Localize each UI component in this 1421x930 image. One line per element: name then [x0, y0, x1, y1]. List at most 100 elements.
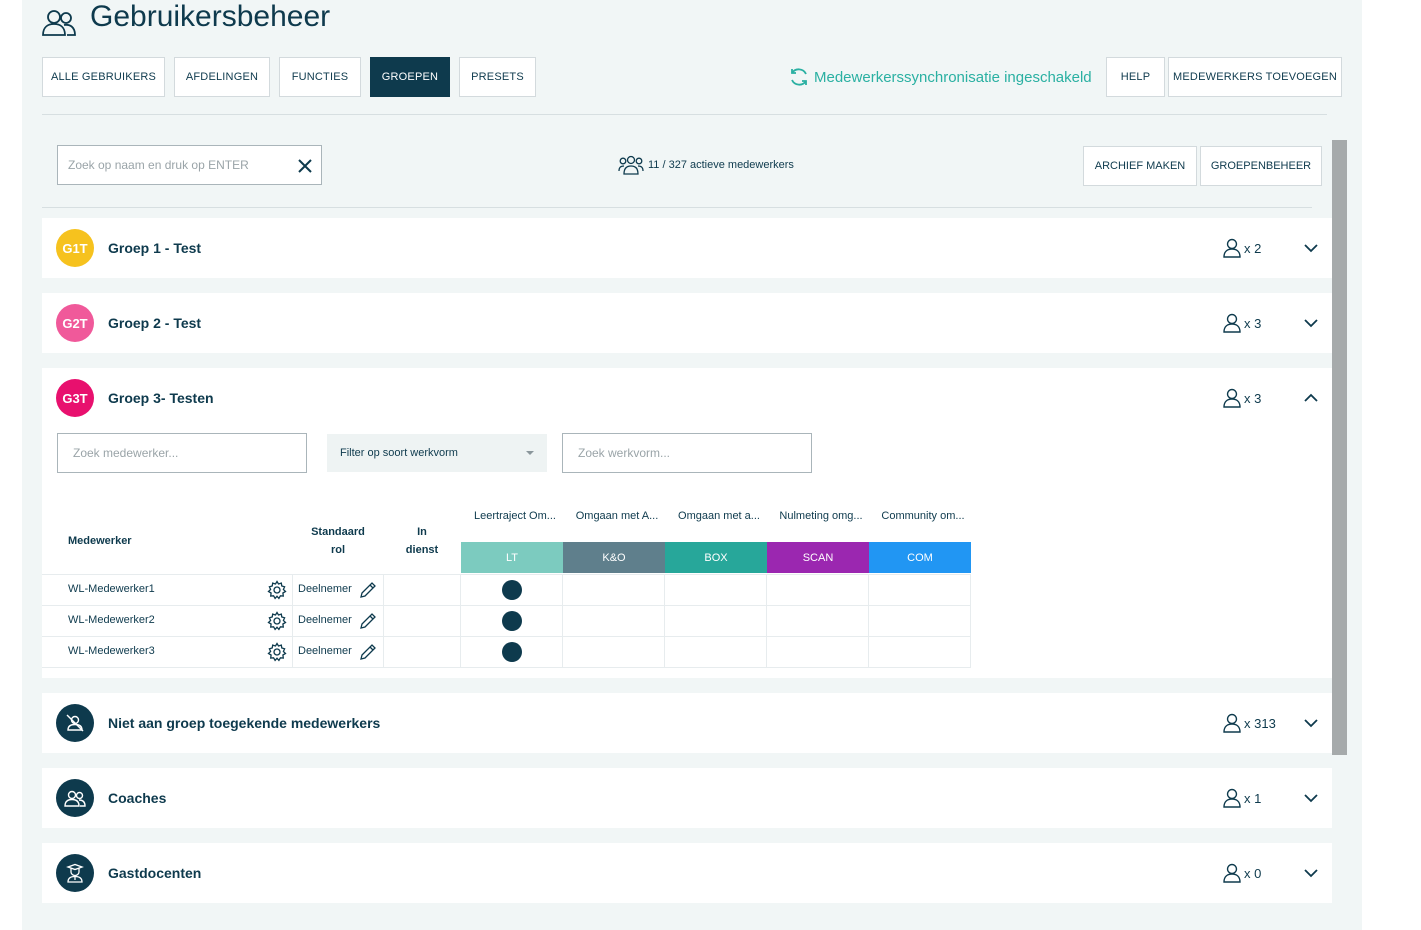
tab-functies[interactable]: FUNCTIES	[279, 57, 361, 97]
scrollbar[interactable]	[1332, 140, 1347, 755]
employee-search-input[interactable]	[73, 446, 306, 460]
gear-icon[interactable]	[267, 611, 287, 631]
assignment-dot[interactable]	[502, 642, 522, 662]
filter-label: Filter op soort werkvorm	[340, 447, 458, 459]
employee-name[interactable]: WL-Medewerker1	[68, 583, 155, 595]
column-header-service-line2: dienst	[405, 544, 439, 556]
chevron-down-icon[interactable]	[1304, 718, 1318, 728]
archive-button[interactable]: ARCHIEF MAKEN	[1083, 146, 1197, 186]
table-divider	[664, 574, 665, 667]
employee-name[interactable]: WL-Medewerker3	[68, 645, 155, 657]
member-count-label: x 2	[1244, 240, 1262, 256]
column-header-service-line1: In	[417, 526, 427, 538]
table-divider	[42, 636, 971, 637]
werkvorm-badge-box[interactable]: BOX	[665, 542, 767, 573]
add-employees-button[interactable]: MEDEWERKERS TOEVOEGEN	[1168, 57, 1342, 97]
group-name: Gastdocenten	[108, 865, 202, 881]
werkvorm-badge-ko[interactable]: K&O	[563, 542, 665, 573]
member-count: x 3	[1222, 388, 1261, 408]
employee-name[interactable]: WL-Medewerker2	[68, 614, 155, 626]
group-name: Groep 2 - Test	[108, 315, 202, 331]
assignment-dot[interactable]	[502, 611, 522, 631]
member-count: x 2	[1222, 238, 1261, 258]
chevron-down-icon[interactable]	[1304, 318, 1318, 328]
member-count: x 0	[1222, 863, 1261, 883]
tab-afdelingen[interactable]: AFDELINGEN	[174, 57, 270, 97]
tab-alle-gebruikers[interactable]: ALLE GEBRUIKERS	[42, 57, 165, 97]
user-icon	[1223, 238, 1241, 258]
user-slash-icon	[66, 714, 84, 732]
pencil-icon[interactable]	[358, 611, 378, 631]
table-divider	[383, 574, 384, 667]
table-divider	[42, 667, 971, 668]
chevron-down-icon[interactable]	[1304, 243, 1318, 253]
sync-icon	[791, 68, 807, 86]
help-button[interactable]: HELP	[1106, 57, 1165, 97]
group-management-button[interactable]: GROEPENBEHEER	[1200, 146, 1322, 186]
tab-groepen[interactable]: GROEPEN	[370, 57, 450, 97]
employee-role: Deelnemer	[298, 614, 352, 626]
group-initials: G1T	[62, 240, 88, 256]
page: Gebruikersbeheer ALLE GEBRUIKERS AFDELIN…	[22, 0, 1362, 930]
group-card[interactable]: G2T Groep 2 - Test x 3	[42, 293, 1332, 353]
werkvorm-filter-select[interactable]: Filter op soort werkvorm	[327, 434, 547, 472]
group-name: Groep 1 - Test	[108, 240, 202, 256]
werkvorm-label: Nulmeting omg...	[779, 510, 863, 522]
werkvorm-badge-lt[interactable]: LT	[461, 542, 563, 573]
user-icon	[1223, 713, 1241, 733]
teacher-icon	[66, 863, 84, 883]
column-header-role: Standaard rol	[298, 523, 378, 559]
table-divider	[868, 574, 869, 667]
group-card[interactable]: Coaches x 1	[42, 768, 1332, 828]
member-count-label: x 3	[1244, 315, 1262, 331]
group-card[interactable]: Niet aan groep toegekende medewerkers x …	[42, 693, 1332, 753]
users-icon	[42, 10, 76, 36]
werkvorm-search-input[interactable]	[578, 446, 811, 460]
assignment-dot[interactable]	[502, 580, 522, 600]
member-count-label: x 313	[1244, 715, 1276, 731]
table-divider	[562, 574, 563, 667]
group-name[interactable]: Groep 3- Testen	[108, 390, 214, 406]
user-icon	[1223, 863, 1241, 883]
member-count: x 1	[1222, 788, 1261, 808]
group-avatar: G2T	[56, 304, 94, 342]
divider	[42, 207, 1312, 208]
gear-icon[interactable]	[267, 580, 287, 600]
group-card[interactable]: G1T Groep 1 - Test x 2	[42, 218, 1332, 278]
search-input[interactable]	[68, 158, 321, 172]
werkvorm-label: Community om...	[881, 510, 965, 522]
table-divider	[42, 574, 971, 575]
active-count-label: 11 / 327 actieve medewerkers	[648, 159, 794, 171]
werkvorm-badge-scan[interactable]: SCAN	[767, 542, 869, 573]
users-icon	[64, 790, 86, 807]
group-avatar	[56, 704, 94, 742]
employee-role: Deelnemer	[298, 583, 352, 595]
pencil-icon[interactable]	[358, 580, 378, 600]
table-divider	[460, 574, 461, 667]
group-card-expanded: G3T Groep 3- Testen x 3 Filter op soort …	[42, 368, 1332, 678]
sync-status[interactable]: Medewerkerssynchronisatie ingeschakeld	[788, 64, 1092, 90]
gear-icon[interactable]	[267, 642, 287, 662]
werkvorm-badge-com[interactable]: COM	[869, 542, 971, 573]
employee-role: Deelnemer	[298, 645, 352, 657]
chevron-up-icon[interactable]	[1304, 393, 1318, 403]
user-icon	[1223, 388, 1241, 408]
group-initials: G3T	[62, 390, 88, 406]
tab-presets[interactable]: PRESETS	[459, 57, 536, 97]
werkvorm-label: Omgaan met A...	[575, 510, 659, 522]
search-box	[57, 145, 322, 185]
chevron-down-icon[interactable]	[1304, 868, 1318, 878]
werkvorm-label: Leertraject Om...	[474, 510, 556, 522]
chevron-down-icon[interactable]	[1304, 793, 1318, 803]
group-card[interactable]: Gastdocenten x 0	[42, 843, 1332, 903]
werkvorm-search-box	[562, 433, 812, 473]
werkvorm-label: Omgaan met a...	[678, 510, 760, 522]
users-group-icon	[618, 155, 644, 175]
close-icon[interactable]	[295, 156, 315, 176]
group-avatar: G3T	[56, 379, 94, 417]
member-count: x 3	[1222, 313, 1261, 333]
employee-search-box	[57, 433, 307, 473]
group-name: Coaches	[108, 790, 167, 806]
member-count-label: x 0	[1244, 865, 1262, 881]
pencil-icon[interactable]	[358, 642, 378, 662]
